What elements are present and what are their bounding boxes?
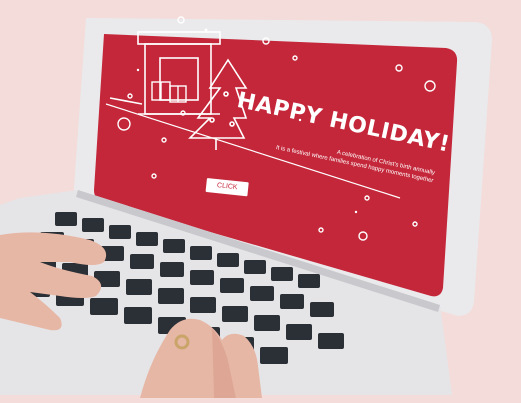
laptop-photo — [0, 0, 521, 398]
photo-scene — [0, 0, 521, 398]
